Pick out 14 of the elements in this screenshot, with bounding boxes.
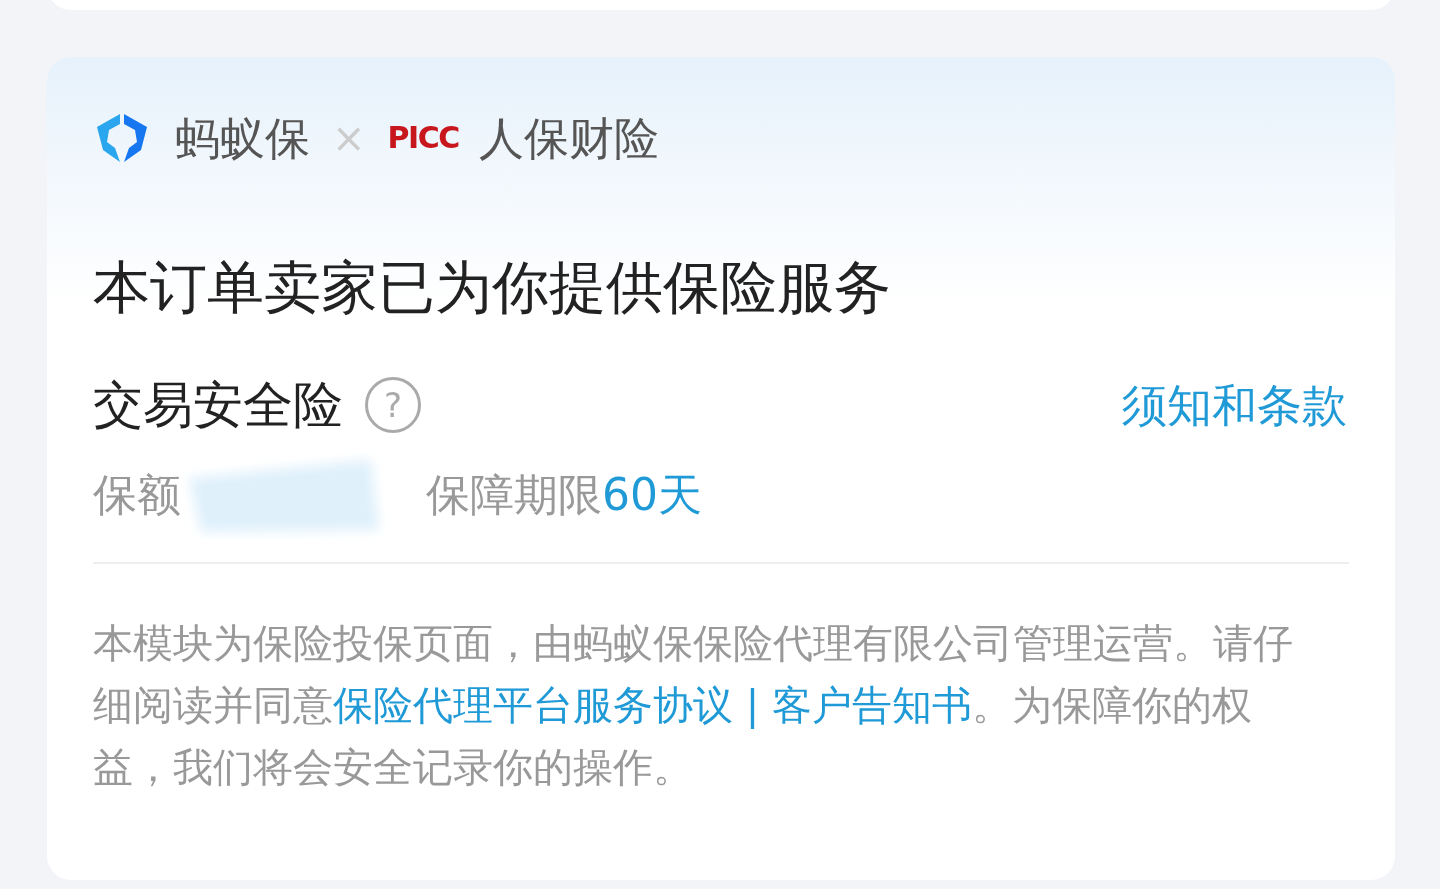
brand-name: 人保财险 bbox=[478, 115, 659, 161]
picc-logo: PICC bbox=[387, 123, 459, 153]
brand-name: 蚂蚁保 bbox=[175, 115, 310, 161]
times-symbol: × bbox=[332, 118, 366, 158]
notice-paragraph: 本模块为保险投保页面，由蚂蚁保保险代理有限公司管理运营。请仔细阅读并同意保险代理平台服务协议 | 客户告知书。为保障你的权益，我们将会安全记录你的操作。 bbox=[93, 619, 1294, 792]
agreement-link[interactable]: 保险代理平台服务协议 bbox=[333, 682, 733, 728]
help-icon[interactable]: ? bbox=[365, 377, 421, 433]
coverage-period-value: 60天 bbox=[602, 473, 702, 517]
coverage-amount-label: 保额 bbox=[93, 473, 181, 517]
product-name: 交易安全险 bbox=[93, 380, 343, 430]
agreement-link[interactable]: 客户告知书 bbox=[771, 682, 972, 728]
terms-link[interactable]: 须知和条款 bbox=[1122, 382, 1347, 428]
headline: 本订单卖家已为你提供保险服务 bbox=[93, 258, 891, 316]
coverage-period-label: 保障期限 bbox=[426, 473, 602, 517]
